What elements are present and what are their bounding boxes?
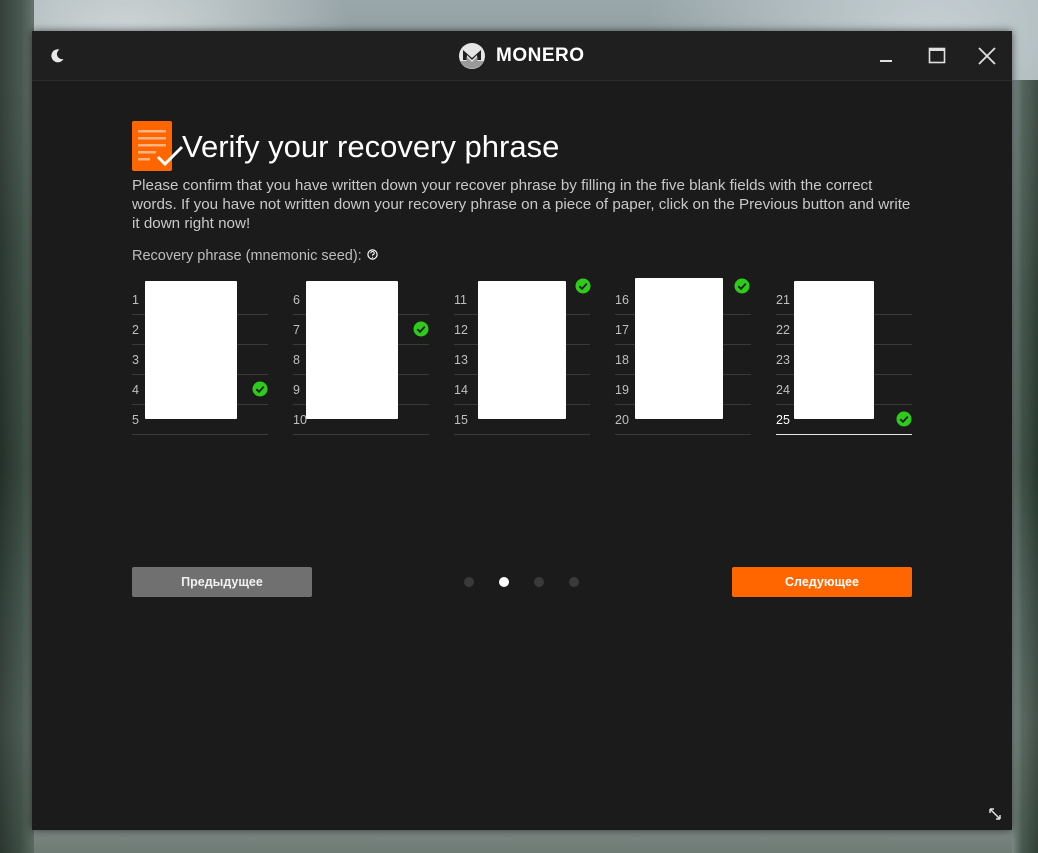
check-icon xyxy=(575,278,591,294)
seed-word-number: 23 xyxy=(776,353,790,367)
seed-word-number: 2 xyxy=(132,323,139,337)
seed-word-number: 10 xyxy=(293,413,307,427)
page-title: Verify your recovery phrase xyxy=(182,129,560,164)
seed-word-number: 16 xyxy=(615,293,629,307)
seed-word-grid: 1 2 3 4 5 6 7 8 9 10 11 12 13 14 15 16 17 18 19 20 21 22 23 24 2… xyxy=(132,278,912,435)
seed-word-number: 25 xyxy=(776,413,790,427)
hidden-words-cover xyxy=(635,278,723,419)
seed-word-number: 24 xyxy=(776,383,790,397)
previous-button[interactable]: Предыдущее xyxy=(132,567,312,597)
page-dot[interactable] xyxy=(569,577,579,587)
seed-column: 16 17 18 19 20 xyxy=(615,278,751,435)
hidden-words-cover xyxy=(794,281,874,419)
seed-word-number: 13 xyxy=(454,353,468,367)
check-icon xyxy=(252,381,268,397)
seed-column: 6 7 8 9 10 xyxy=(293,281,429,435)
seed-word-number: 1 xyxy=(132,293,139,307)
seed-word-number: 12 xyxy=(454,323,468,337)
title-bar: MONERO xyxy=(32,31,1012,81)
page-description: Please confirm that you have written dow… xyxy=(132,177,911,232)
hidden-words-cover xyxy=(145,281,237,419)
check-icon xyxy=(413,321,429,337)
page-dot[interactable] xyxy=(499,577,509,587)
brand: MONERO xyxy=(458,42,585,70)
document-check-icon xyxy=(132,121,184,171)
seed-word-number: 21 xyxy=(776,293,790,307)
app-window: MONERO Verify your recovery phrase Pleas… xyxy=(32,31,1012,830)
seed-word-number: 7 xyxy=(293,323,300,337)
seed-column: 1 2 3 4 5 xyxy=(132,281,268,435)
resize-icon[interactable] xyxy=(988,807,1002,821)
navigation-bar: Предыдущее Следующее xyxy=(132,567,912,597)
seed-column: 21 22 23 24 25 xyxy=(776,281,912,435)
hidden-words-cover xyxy=(478,281,566,419)
seed-word-number: 14 xyxy=(454,383,468,397)
page-header xyxy=(132,121,184,173)
page-dot[interactable] xyxy=(464,577,474,587)
page-dot[interactable] xyxy=(534,577,544,587)
seed-word-number: 11 xyxy=(454,293,467,307)
close-icon[interactable] xyxy=(976,45,998,67)
help-icon[interactable] xyxy=(366,249,378,260)
seed-word-number: 20 xyxy=(615,413,629,427)
seed-word-number: 4 xyxy=(132,383,139,397)
monero-logo-icon xyxy=(459,43,485,69)
seed-word-number: 5 xyxy=(132,413,139,427)
seed-column: 11 12 13 14 15 xyxy=(454,278,591,435)
hidden-words-cover xyxy=(306,281,398,419)
seed-word-number: 9 xyxy=(293,383,300,397)
next-button[interactable]: Следующее xyxy=(732,567,912,597)
seed-label-text: Recovery phrase (mnemonic seed): xyxy=(132,248,362,264)
seed-label: Recovery phrase (mnemonic seed): xyxy=(132,248,378,264)
wallpaper-trees-left xyxy=(0,0,34,853)
seed-word-number: 8 xyxy=(293,353,300,367)
seed-word-number: 3 xyxy=(132,353,139,367)
seed-word-number: 22 xyxy=(776,323,790,337)
check-icon xyxy=(734,278,750,294)
seed-word-number: 15 xyxy=(454,413,468,427)
check-icon xyxy=(896,411,912,427)
seed-word-number: 6 xyxy=(293,293,300,307)
wallpaper-trees-right xyxy=(1012,80,1038,853)
seed-word-number: 17 xyxy=(615,323,629,337)
app-name: MONERO xyxy=(496,45,585,66)
seed-word-number: 18 xyxy=(615,353,629,367)
seed-word-number: 19 xyxy=(615,383,629,397)
moon-icon[interactable] xyxy=(49,48,65,64)
minimize-icon[interactable] xyxy=(875,45,897,67)
maximize-icon[interactable] xyxy=(926,45,948,67)
